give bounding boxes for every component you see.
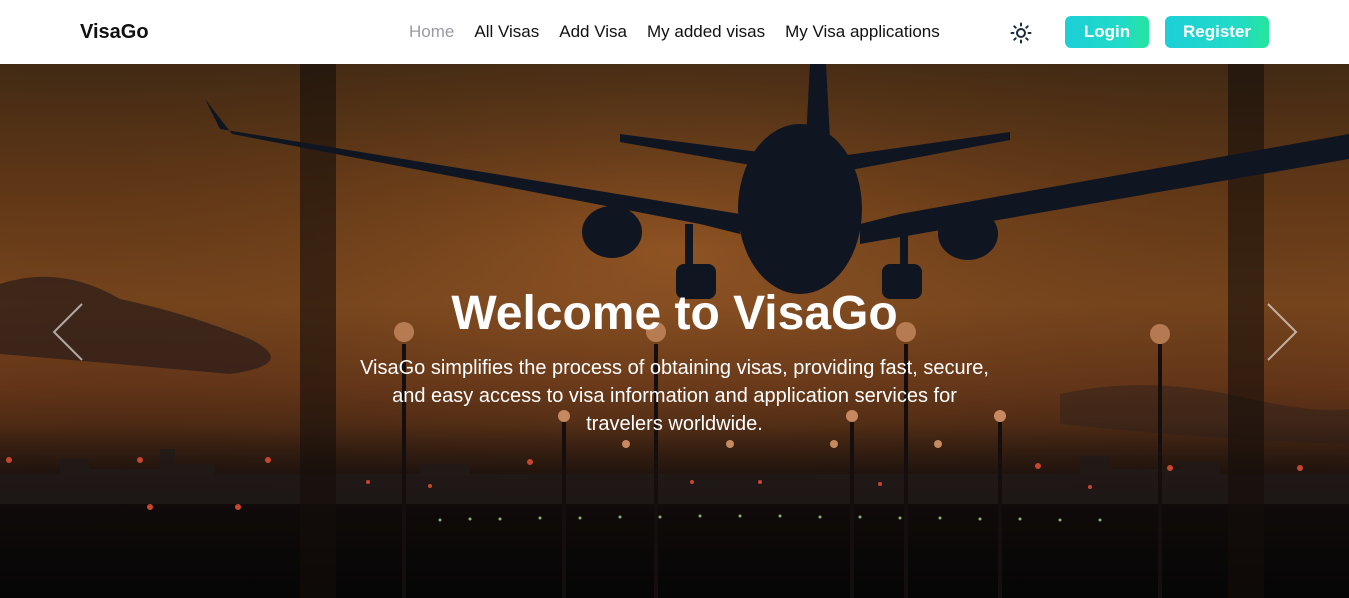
nav-link-my-added-visas[interactable]: My added visas [647, 21, 765, 43]
nav-link-add-visa[interactable]: Add Visa [559, 21, 627, 43]
login-button[interactable]: Login [1065, 16, 1149, 48]
carousel-prev-button[interactable] [48, 300, 88, 364]
hero-carousel: Welcome to VisaGo VisaGo simplifies the … [0, 64, 1349, 598]
chevron-left-icon [52, 303, 83, 361]
nav-links: Home All Visas Add Visa My added visas M… [409, 21, 940, 43]
hero-title: Welcome to VisaGo [451, 287, 898, 340]
navbar: VisaGo Home All Visas Add Visa My added … [0, 0, 1349, 64]
hero-subtitle: VisaGo simplifies the process of obtaini… [360, 357, 989, 435]
sun-icon [1010, 22, 1032, 44]
brand-logo[interactable]: VisaGo [80, 20, 149, 44]
chevron-right-icon [1267, 303, 1298, 361]
nav-link-my-visa-applications[interactable]: My Visa applications [785, 21, 940, 43]
theme-toggle-button[interactable] [1010, 22, 1032, 44]
register-button[interactable]: Register [1165, 16, 1269, 48]
nav-link-all-visas[interactable]: All Visas [474, 21, 539, 43]
carousel-next-button[interactable] [1262, 300, 1302, 364]
nav-link-home[interactable]: Home [409, 21, 454, 43]
